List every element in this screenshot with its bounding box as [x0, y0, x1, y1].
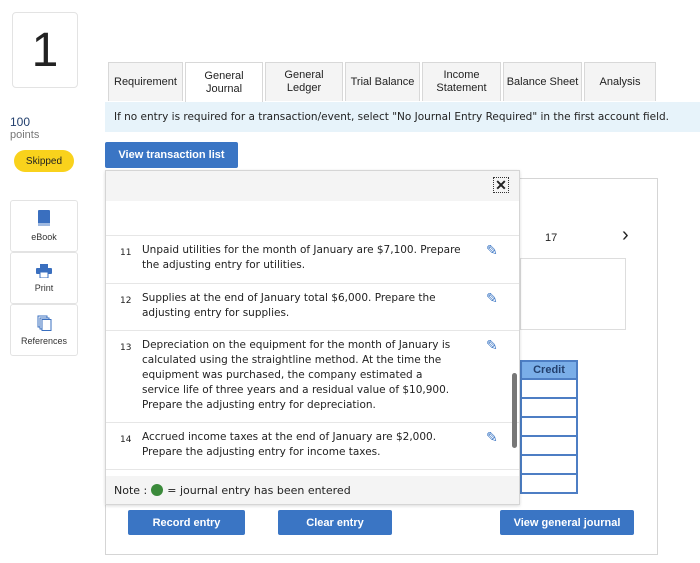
clear-entry-button[interactable]: Clear entry	[278, 510, 392, 535]
close-icon[interactable]: ✕	[493, 177, 509, 193]
transaction-item[interactable]: 11 Unpaid utilities for the month of Jan…	[106, 235, 519, 283]
references-button[interactable]: References	[10, 304, 78, 356]
next-page-button[interactable]: ›	[622, 224, 629, 247]
references-label: References	[20, 335, 68, 346]
book-icon	[38, 210, 50, 226]
points-label: points	[10, 129, 40, 141]
tab-bar: Requirement General Journal General Ledg…	[108, 62, 656, 103]
transaction-number: 14	[120, 435, 132, 445]
transaction-item[interactable]: 12 Supplies at the end of January total …	[106, 283, 519, 330]
transaction-text: Depreciation on the equipment for the mo…	[142, 339, 451, 411]
view-general-journal-button[interactable]: View general journal	[500, 510, 634, 535]
tab-label: General Journal	[204, 70, 244, 95]
transaction-number: 12	[120, 296, 132, 306]
pencil-icon[interactable]: ✎	[486, 431, 498, 446]
record-entry-button[interactable]: Record entry	[128, 510, 245, 535]
journal-description-box	[520, 258, 626, 330]
pencil-icon[interactable]: ✎	[486, 339, 498, 354]
transaction-text: Accrued income taxes at the end of Janua…	[142, 431, 437, 458]
journal-page-number: 17	[545, 232, 558, 244]
note-label: Note :	[114, 483, 148, 497]
transaction-number: 13	[120, 343, 132, 353]
print-button[interactable]: Print	[10, 252, 78, 304]
transaction-item[interactable]: 13 Depreciation on the equipment for the…	[106, 330, 519, 422]
transaction-item[interactable]: 14 Accrued income taxes at the end of Ja…	[106, 422, 519, 470]
printer-icon	[36, 263, 52, 278]
note-text: = journal entry has been entered	[167, 483, 351, 497]
instruction-banner: If no entry is required for a transactio…	[105, 102, 700, 132]
tab-general-journal[interactable]: General Journal	[185, 62, 263, 103]
ebook-label: eBook	[31, 232, 57, 242]
credit-input[interactable]	[520, 380, 578, 399]
transaction-number: 11	[120, 248, 132, 258]
status-badge: Skipped	[14, 150, 74, 172]
popup-header: ✕	[106, 171, 519, 201]
credit-input[interactable]	[520, 399, 578, 418]
credit-input[interactable]	[520, 456, 578, 475]
ebook-button[interactable]: eBook	[10, 200, 78, 252]
entered-dot-icon	[151, 484, 164, 496]
credit-input[interactable]	[520, 418, 578, 437]
documents-icon	[37, 315, 51, 331]
credit-column-header: Credit	[520, 360, 578, 380]
tab-income-statement[interactable]: Income Statement	[422, 62, 501, 101]
print-label: Print	[34, 282, 54, 293]
transaction-text: Unpaid utilities for the month of Januar…	[142, 244, 461, 271]
scrollbar[interactable]	[512, 373, 517, 448]
tab-balance-sheet[interactable]: Balance Sheet	[503, 62, 582, 101]
tab-requirement[interactable]: Requirement	[108, 62, 183, 101]
transaction-list-popup: ✕ 11 Unpaid utilities for the month of J…	[105, 170, 520, 505]
credit-input[interactable]	[520, 437, 578, 456]
points-value: 100	[10, 115, 31, 129]
credit-input[interactable]	[520, 475, 578, 494]
points: 100 points	[10, 115, 39, 141]
pencil-icon[interactable]: ✎	[486, 292, 498, 307]
tab-analysis[interactable]: Analysis	[584, 62, 656, 101]
tab-general-ledger[interactable]: General Ledger	[265, 62, 343, 101]
legend-note: Note : = journal entry has been entered	[106, 476, 519, 504]
transaction-text: Supplies at the end of January total $6,…	[142, 292, 436, 319]
question-number: 1	[12, 12, 78, 88]
view-transaction-list-button[interactable]: View transaction list	[105, 142, 238, 168]
pencil-icon[interactable]: ✎	[486, 244, 498, 259]
tab-trial-balance[interactable]: Trial Balance	[345, 62, 420, 101]
tab-label: Income Statement	[436, 69, 487, 94]
tab-label: General Ledger	[284, 69, 324, 94]
